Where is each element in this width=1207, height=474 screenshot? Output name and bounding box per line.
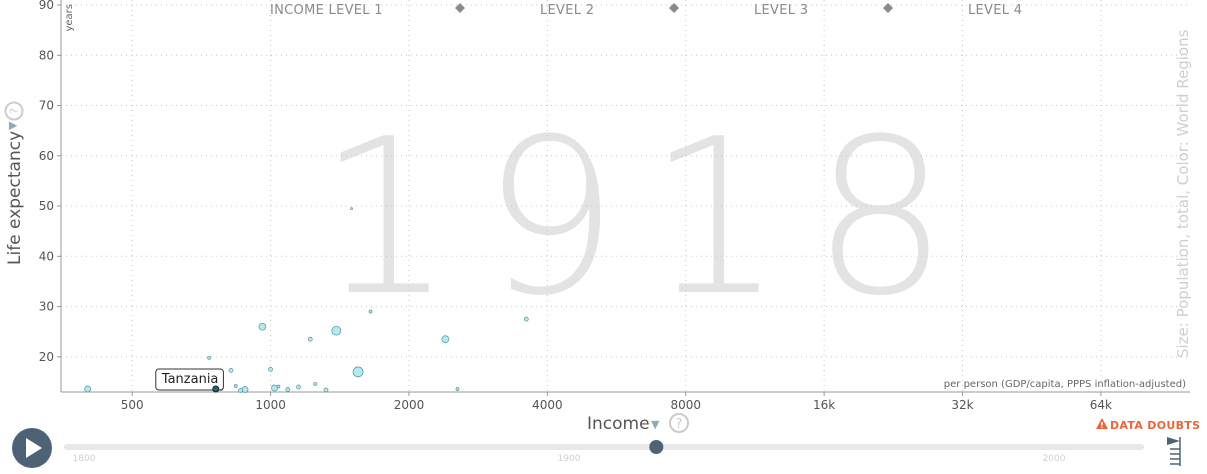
income-level-label: LEVEL 3 — [754, 3, 808, 18]
y-tick-label: 90 — [39, 0, 54, 12]
x-axis-note: per person (GDP/capita, PPPS inflation-a… — [944, 379, 1186, 390]
income-level-label: INCOME LEVEL 1 — [270, 3, 383, 18]
x-tick-label: 64k — [1090, 398, 1112, 412]
data-doubts-link[interactable]: ! DATA DOUBTS — [1096, 418, 1200, 432]
income-level-label: LEVEL 4 — [968, 3, 1022, 18]
year-digit: 8 — [812, 92, 949, 343]
bubble — [285, 387, 291, 392]
svg-text:?: ? — [676, 417, 683, 432]
bubble — [441, 335, 450, 344]
timeline-year-label: 2000 — [1043, 454, 1066, 464]
tooltip-label: Tanzania — [161, 372, 219, 387]
y-axis-ticks: 20 30 40 50 60 70 80 90 — [39, 0, 61, 364]
x-tick-label: 1000 — [255, 398, 286, 412]
bubble — [313, 382, 317, 386]
x-tick-label: 2000 — [394, 398, 425, 412]
x-tick-label: 4000 — [532, 398, 563, 412]
speed-control-icon[interactable] — [1167, 437, 1181, 466]
bubble — [323, 387, 329, 393]
bubble — [228, 368, 234, 373]
x-axis-ticks: 500 1000 2000 4000 8000 16k 32k 64k — [121, 392, 1112, 412]
timeline-handle[interactable] — [649, 440, 664, 454]
x-axis-help-icon[interactable]: ? — [669, 413, 689, 433]
timeline-labels: 1800 1900 2000 — [73, 454, 1066, 464]
y-tick-label: 70 — [39, 99, 54, 113]
y-unit-label: years — [64, 4, 75, 32]
y-axis-help-icon[interactable]: ? — [4, 101, 24, 121]
bubble — [296, 384, 301, 390]
x-tick-label: 8000 — [670, 398, 701, 412]
level-divider-diamond-icon — [669, 3, 679, 13]
y-tick-label: 50 — [39, 199, 54, 213]
bubble — [455, 387, 460, 391]
bubble — [368, 309, 373, 314]
x-axis-dropdown-icon[interactable]: ▼ — [651, 418, 660, 431]
y-tick-label: 40 — [39, 249, 54, 263]
y-axis-title[interactable]: Life expectancy — [5, 131, 25, 265]
timeline-year-label: 1800 — [73, 454, 96, 464]
y-tick-label: 80 — [39, 48, 54, 62]
year-watermark: 1918 — [317, 92, 949, 343]
year-digit: 9 — [482, 92, 619, 343]
x-axis-title[interactable]: Income — [587, 414, 650, 434]
size-color-note[interactable]: Size: Population, total, Color: World Re… — [1174, 29, 1192, 358]
y-tick-label: 30 — [39, 300, 54, 314]
x-tick-label: 500 — [121, 398, 144, 412]
level-divider-diamond-icon — [883, 3, 893, 13]
bubble — [84, 385, 92, 393]
bubble — [258, 322, 267, 331]
timeline-track[interactable] — [64, 444, 1144, 450]
highlighted-bubble[interactable] — [212, 385, 220, 393]
year-digit: 1 — [647, 92, 784, 343]
play-button[interactable] — [12, 428, 52, 468]
bubble — [238, 388, 243, 393]
bubble — [207, 355, 211, 360]
x-tick-label: 32k — [951, 398, 973, 412]
bubble — [350, 207, 353, 210]
bubble — [268, 367, 273, 372]
y-axis-dropdown-icon[interactable]: ▼ — [6, 121, 19, 130]
bubble — [331, 325, 342, 336]
bubble — [276, 384, 281, 389]
bubble — [233, 384, 238, 388]
y-tick-label: 60 — [39, 149, 54, 163]
y-tick-label: 20 — [39, 350, 54, 364]
highlight-tooltip[interactable]: Tanzania — [155, 368, 224, 393]
bubble — [352, 366, 364, 378]
svg-text:DATA DOUBTS: DATA DOUBTS — [1110, 419, 1200, 432]
income-level-label: LEVEL 2 — [540, 3, 594, 18]
svg-text:?: ? — [8, 108, 21, 114]
bubble — [307, 336, 313, 342]
timeline-year-label: 1900 — [558, 454, 581, 464]
bubble — [271, 384, 278, 392]
bubble — [523, 316, 529, 322]
grid — [61, 0, 1190, 392]
year-digit: 1 — [317, 92, 454, 343]
timeline-slider[interactable] — [64, 440, 1144, 454]
level-divider-diamond-icon — [455, 3, 465, 13]
bubbles — [84, 207, 529, 393]
bubble — [241, 386, 249, 393]
svg-text:!: ! — [1100, 421, 1104, 430]
bubble-chart-stage: 1918 Size: Population, total, Color: Wor… — [4, 0, 1200, 468]
x-tick-label: 16k — [813, 398, 835, 412]
